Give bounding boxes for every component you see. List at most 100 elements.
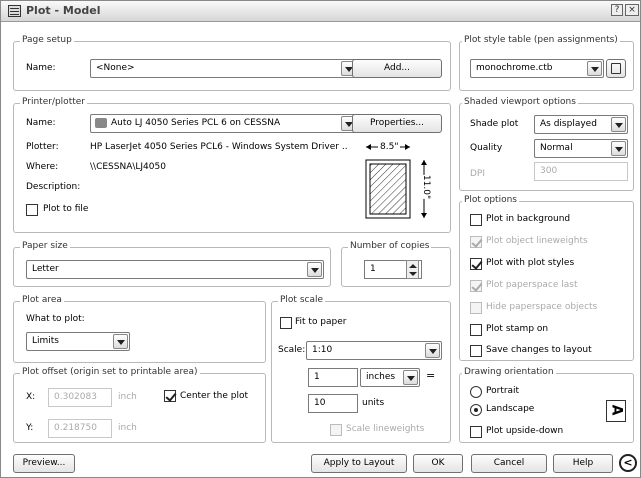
page-setup-name-label: Name: [26,63,56,73]
fit-to-paper-checkbox[interactable] [280,317,292,329]
object-lineweights-checkbox[interactable] [470,236,482,248]
paper-preview: 8.5" 11.0" [348,138,444,226]
page-setup-name-value: <None> [96,63,135,73]
edit-pencil-icon [611,63,621,74]
plot-dialog: Plot - Model ? × Page setup Name: <None>… [0,0,641,478]
orientation-title: Drawing orientation [462,367,556,377]
scale-units-value: inches [366,372,396,382]
edit-plot-style-button[interactable] [606,59,626,78]
page-setup-title: Page setup [20,35,74,45]
center-plot-checkbox[interactable] [164,390,176,402]
copies-group: Number of copies 1 [341,241,451,287]
chevron-down-icon[interactable] [587,61,602,76]
offset-y-unit: inch [118,423,137,433]
apply-to-layout-button[interactable]: Apply to Layout [311,454,407,473]
upside-down-label: Plot upside-down [486,426,564,436]
portrait-radio[interactable] [470,386,482,398]
paper-size-select[interactable]: Letter [26,260,324,279]
scale-lineweights-checkbox[interactable] [330,424,342,436]
paper-height-label: 11.0" [421,174,432,200]
plot-to-file-label: Plot to file [43,204,89,214]
upside-down-checkbox[interactable] [470,426,482,438]
offset-y-label: Y: [26,423,34,433]
preview-button[interactable]: Preview... [13,454,75,473]
plot-style-value: monochrome.ctb [476,63,553,73]
landscape-orientation-icon: A [606,400,626,422]
chevron-down-icon[interactable] [611,117,626,132]
center-plot-label: Center the plot [180,391,249,401]
scale-denominator-input[interactable]: 10 [308,394,358,413]
chevron-down-icon[interactable] [403,370,418,385]
plot-offset-group: Plot offset (origin set to printable are… [13,367,266,443]
landscape-radio[interactable] [470,404,482,416]
plot-app-icon [8,5,21,17]
what-to-plot-select[interactable]: Limits [26,332,130,351]
offset-y-input[interactable]: 0.218750 [48,419,112,438]
collapse-icon[interactable]: < [619,454,637,472]
copies-spinner[interactable] [406,260,419,279]
shade-plot-label: Shade plot [470,119,519,129]
printer-group-title: Printer/plotter [20,97,87,107]
where-value: \\CESSNA\LJ4050 [90,162,166,172]
offset-x-input[interactable]: 0.302083 [48,388,112,407]
offset-x-label: X: [26,392,36,402]
paper-size-title: Paper size [20,241,70,251]
shade-plot-select[interactable]: As displayed [534,115,628,134]
dpi-input[interactable]: 300 [534,162,628,181]
quality-value: Normal [540,143,573,153]
fit-to-paper-label: Fit to paper [295,317,347,327]
hide-paperspace-checkbox[interactable] [470,302,482,314]
plot-to-file-checkbox[interactable] [26,204,38,216]
what-to-plot-label: What to plot: [26,314,85,324]
chevron-down-icon[interactable] [611,141,626,156]
scale-select[interactable]: 1:10 [306,341,442,360]
scale-numerator-input[interactable]: 1 [308,368,358,387]
shaded-viewport-group: Shaded viewport options Shade plot As di… [459,97,634,191]
description-label: Description: [26,182,81,192]
shaded-viewport-title: Shaded viewport options [462,97,578,107]
save-changes-checkbox[interactable] [470,345,482,357]
printer-name-select[interactable]: Auto LJ 4050 Series PCL 6 on CESSNA [90,114,358,133]
orientation-group: Drawing orientation Portrait Landscape P… [459,367,634,443]
plot-style-select[interactable]: monochrome.ctb [470,59,604,78]
landscape-label: Landscape [486,404,535,414]
ok-button[interactable]: OK [413,454,463,473]
help-title-button[interactable]: ? [611,4,623,16]
paperspace-last-checkbox[interactable] [470,280,482,292]
plot-options-title: Plot options [462,195,519,205]
plot-stamp-checkbox[interactable] [470,324,482,336]
help-button[interactable]: Help [553,454,613,473]
plot-scale-group: Plot scale Fit to paper Scale: 1:10 1 in… [271,295,451,443]
chevron-down-icon[interactable] [307,262,322,277]
close-icon[interactable]: × [625,4,639,16]
add-button[interactable]: Add... [352,59,442,78]
plot-offset-title: Plot offset (origin set to printable are… [20,367,200,377]
paper-width-label: 8.5" [378,142,401,152]
scale-lineweights-label: Scale lineweights [346,424,425,434]
hide-paperspace-label: Hide paperspace objects [486,302,598,312]
what-to-plot-value: Limits [32,336,59,346]
plot-styles-label: Plot with plot styles [486,258,575,268]
scale-label: Scale: [278,345,306,355]
dpi-label: DPI [470,169,486,179]
cancel-button[interactable]: Cancel [471,454,547,473]
chevron-down-icon[interactable] [425,343,440,358]
scale-denominator-unit: units [362,398,385,408]
printer-name-value: Auto LJ 4050 Series PCL 6 on CESSNA [111,118,281,128]
page-setup-name-select[interactable]: <None> [90,59,358,78]
chevron-down-icon[interactable] [113,334,128,349]
plot-background-checkbox[interactable] [470,214,482,226]
plot-area-title: Plot area [20,295,64,305]
plotter-label: Plotter: [26,142,59,152]
portrait-label: Portrait [486,386,520,396]
plot-styles-checkbox[interactable] [470,258,482,270]
quality-label: Quality [470,143,503,153]
plot-scale-title: Plot scale [278,295,326,305]
quality-select[interactable]: Normal [534,139,628,158]
page-setup-group: Page setup Name: <None> Add... [13,35,451,91]
scale-units-select[interactable]: inches [360,368,420,387]
save-changes-label: Save changes to layout [486,345,592,355]
printer-name-label: Name: [26,118,56,128]
paperspace-last-label: Plot paperspace last [486,280,578,290]
properties-button[interactable]: Properties... [352,114,442,133]
